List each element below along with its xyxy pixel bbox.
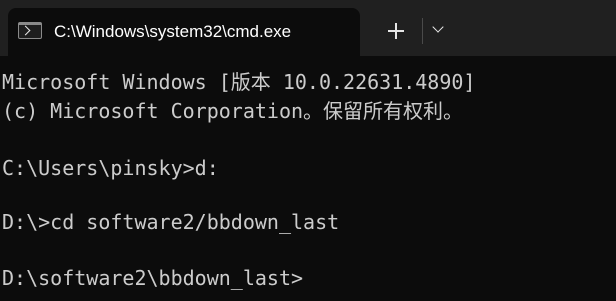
tab-title: C:\Windows\system32\cmd.exe: [54, 22, 292, 41]
chevron-down-icon: [432, 21, 444, 33]
console-line: (c) Microsoft Corporation。保留所有权利。: [2, 99, 464, 123]
console-line: D:\software2\bbdown_last>: [2, 266, 304, 290]
terminal-window: C:\Windows\system32\cmd.exe Microsoft Wi…: [0, 0, 616, 301]
console-line: Microsoft Windows [版本 10.0.22631.4890]: [2, 70, 476, 94]
console-line: C:\Users\pinsky>d:: [2, 156, 219, 180]
console-output[interactable]: Microsoft Windows [版本 10.0.22631.4890] (…: [0, 56, 616, 301]
cmd-icon: [18, 22, 42, 39]
tab-cmd[interactable]: C:\Windows\system32\cmd.exe: [8, 8, 360, 56]
console-line: D:\>cd software2/bbdown_last: [2, 210, 340, 234]
tab-divider: [422, 18, 423, 44]
new-tab-button[interactable]: [377, 14, 415, 48]
plus-icon: [388, 23, 404, 39]
tab-bar: C:\Windows\system32\cmd.exe: [0, 0, 616, 56]
tab-dropdown-button[interactable]: [426, 14, 454, 48]
